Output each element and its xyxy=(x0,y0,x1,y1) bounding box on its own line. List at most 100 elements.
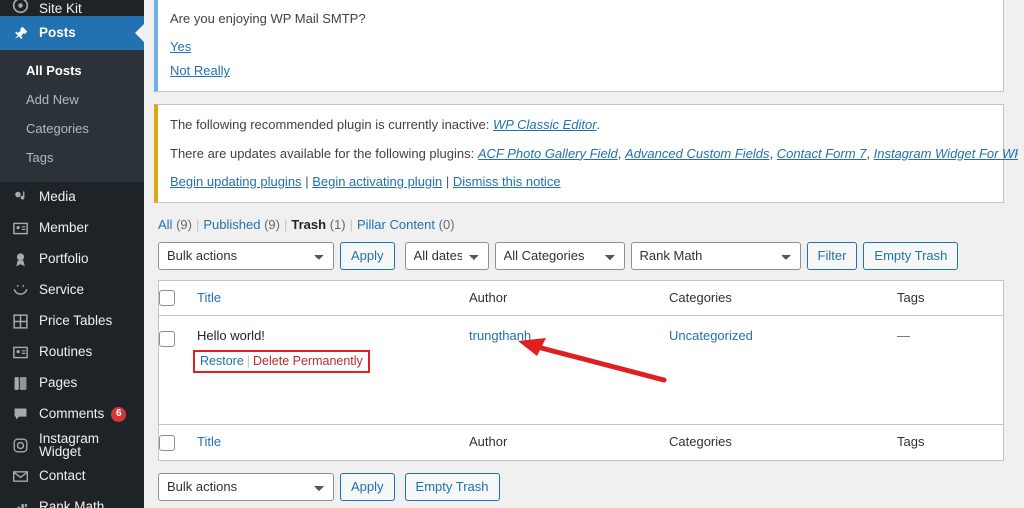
view-trash[interactable]: Trash (1) xyxy=(291,217,345,232)
table-header-row: Title Author Categories Tags xyxy=(159,281,1003,317)
view-all[interactable]: All (9) xyxy=(158,217,192,232)
sidebar-item-media[interactable]: Media xyxy=(0,182,144,213)
bulk-actions-select-top[interactable]: Bulk actions xyxy=(158,241,334,270)
sidebar-item-label: Pages xyxy=(39,375,78,391)
portfolio-icon xyxy=(10,249,30,269)
filter-button[interactable]: Filter xyxy=(806,241,858,270)
sidebar-item-comments[interactable]: Comments 6 xyxy=(0,399,144,430)
plugin-link-instagram-widget-for-wp[interactable]: Instagram Widget For WP xyxy=(874,146,1023,161)
grid-icon xyxy=(10,311,30,331)
category-link[interactable]: Uncategorized xyxy=(669,328,753,343)
select-all-checkbox-bottom[interactable] xyxy=(159,434,175,451)
inactive-plugin-prefix: The following recommended plugin is curr… xyxy=(170,117,493,133)
row-select-cell xyxy=(159,316,197,347)
notice-actions: Begin updating plugins | Begin activatin… xyxy=(170,173,561,189)
select-all-checkbox-top[interactable] xyxy=(159,290,175,307)
sidebar-item-label: Member xyxy=(39,220,89,236)
routines-icon xyxy=(10,342,30,362)
inactive-plugin-suffix: . xyxy=(596,117,601,133)
sidebar-item-label: Site Kit xyxy=(39,0,82,16)
apply-button-top[interactable]: Apply xyxy=(340,241,395,270)
select-all-footer-cell xyxy=(159,425,197,460)
sidebar-item-add-new[interactable]: Add New xyxy=(0,86,144,115)
posts-table: Title Author Categories Tags Hello world… xyxy=(158,279,1004,461)
tgmpa-plugin-notice: The following recommended plugin is curr… xyxy=(154,104,1024,203)
smtp-yes-link[interactable]: Yes xyxy=(170,39,191,54)
sidebar-item-instagram-widget[interactable]: Instagram Widget xyxy=(0,430,144,461)
column-footer-author[interactable]: Author xyxy=(469,425,669,458)
date-filter-select[interactable]: All dates xyxy=(404,241,489,270)
delete-permanently-link[interactable]: Delete Permanently xyxy=(253,354,363,368)
sidebar-item-label: Portfolio xyxy=(39,251,89,267)
table-row: Hello world! Restore | Delete Permanently … xyxy=(159,316,1003,424)
sidebar-item-routines[interactable]: Routines xyxy=(0,337,144,368)
column-footer-title[interactable]: Title xyxy=(197,425,469,458)
plugin-link-contact-form-7[interactable]: Contact Form 7 xyxy=(777,146,867,161)
column-header-tags[interactable]: Tags xyxy=(897,281,1003,314)
member-icon xyxy=(10,218,30,238)
column-header-categories[interactable]: Categories xyxy=(669,281,897,314)
sidebar-item-label: Instagram Widget xyxy=(39,430,100,460)
column-header-author[interactable]: Author xyxy=(469,281,669,314)
restore-link[interactable]: Restore xyxy=(200,354,244,368)
wordpress-admin-screen: Site Kit Posts All Posts Add New Categor… xyxy=(0,0,1024,508)
sidebar-item-label: Contact xyxy=(39,468,86,484)
wp-mail-smtp-notice: Are you enjoying WP Mail SMTP? Yes Not R… xyxy=(154,0,1004,93)
media-icon xyxy=(10,187,30,207)
category-filter-select[interactable]: All Categories xyxy=(494,241,625,270)
sidebar-item-portfolio[interactable]: Portfolio xyxy=(0,244,144,275)
sidebar-item-categories[interactable]: Categories xyxy=(0,115,144,144)
plugin-link-advanced-custom-fields[interactable]: Advanced Custom Fields xyxy=(625,146,770,161)
row-categories-cell: Uncategorized xyxy=(669,316,897,343)
sidebar-item-label: Posts xyxy=(39,25,76,41)
column-footer-categories[interactable]: Categories xyxy=(669,425,897,458)
column-header-title[interactable]: Title xyxy=(197,281,469,314)
row-author-cell: trungthanh xyxy=(469,316,669,343)
main-content: Are you enjoying WP Mail SMTP? Yes Not R… xyxy=(144,0,1024,508)
sidebar-item-member[interactable]: Member xyxy=(0,213,144,244)
begin-updating-plugins-link[interactable]: Begin updating plugins xyxy=(170,174,302,189)
sidebar-item-price-tables[interactable]: Price Tables xyxy=(0,306,144,337)
empty-trash-button-bottom[interactable]: Empty Trash xyxy=(404,472,500,501)
rank-math-filter-select[interactable]: Rank Math xyxy=(630,241,801,270)
bulk-actions-select-bottom[interactable]: Bulk actions xyxy=(158,472,334,501)
apply-button-bottom[interactable]: Apply xyxy=(340,472,395,501)
mail-icon xyxy=(10,466,30,486)
sidebar-item-pages[interactable]: Pages xyxy=(0,368,144,399)
actions-separator: | xyxy=(246,354,251,369)
rank-math-icon xyxy=(10,497,30,508)
begin-activating-plugin-link[interactable]: Begin activating plugin xyxy=(312,174,442,189)
pages-icon xyxy=(10,373,30,393)
sidebar-item-contact[interactable]: Contact xyxy=(0,461,144,492)
author-link[interactable]: trungthanh xyxy=(469,328,531,343)
plugin-link-acf-photo-gallery-field[interactable]: ACF Photo Gallery Field xyxy=(478,146,618,161)
admin-sidebar: Site Kit Posts All Posts Add New Categor… xyxy=(0,0,144,508)
row-checkbox[interactable] xyxy=(159,330,175,347)
view-published[interactable]: Published (9) xyxy=(203,217,280,232)
sidebar-item-label: Routines xyxy=(39,344,93,360)
sidebar-item-label: Rank Math xyxy=(39,499,105,508)
sidebar-item-tags[interactable]: Tags xyxy=(0,144,144,173)
wp-classic-editor-link[interactable]: WP Classic Editor xyxy=(493,117,597,132)
sidebar-item-all-posts[interactable]: All Posts xyxy=(0,57,144,86)
sidebar-item-site-kit[interactable]: Site Kit xyxy=(0,0,144,16)
dismiss-this-notice-link[interactable]: Dismiss this notice xyxy=(453,174,561,189)
table-body: Hello world! Restore | Delete Permanently … xyxy=(159,316,1003,424)
empty-trash-button-top[interactable]: Empty Trash xyxy=(863,241,959,270)
pin-icon xyxy=(10,23,30,43)
tablenav-bottom: Bulk actions Apply Empty Trash xyxy=(144,461,1024,501)
column-footer-tags[interactable]: Tags xyxy=(897,425,1003,458)
view-pillar-content[interactable]: Pillar Content (0) xyxy=(357,217,455,232)
smtp-not-really-link[interactable]: Not Really xyxy=(170,63,230,78)
sidebar-item-label: Media xyxy=(39,189,76,205)
smtp-question: Are you enjoying WP Mail SMTP? xyxy=(170,11,366,26)
sidebar-item-label: Service xyxy=(39,282,85,298)
table-footer-row: Title Author Categories Tags xyxy=(159,424,1003,460)
sidebar-item-service[interactable]: Service xyxy=(0,275,144,306)
right-gutter xyxy=(1018,0,1024,508)
sidebar-item-posts[interactable]: Posts xyxy=(0,16,144,50)
post-status-views: All (9) | Published (9) | Trash (1) | Pillar C… xyxy=(158,216,455,232)
sidebar-item-rank-math[interactable]: Rank Math xyxy=(0,492,144,508)
updates-prefix: There are updates available for the foll… xyxy=(170,145,478,161)
row-actions-highlighted: Restore | Delete Permanently xyxy=(193,350,370,374)
